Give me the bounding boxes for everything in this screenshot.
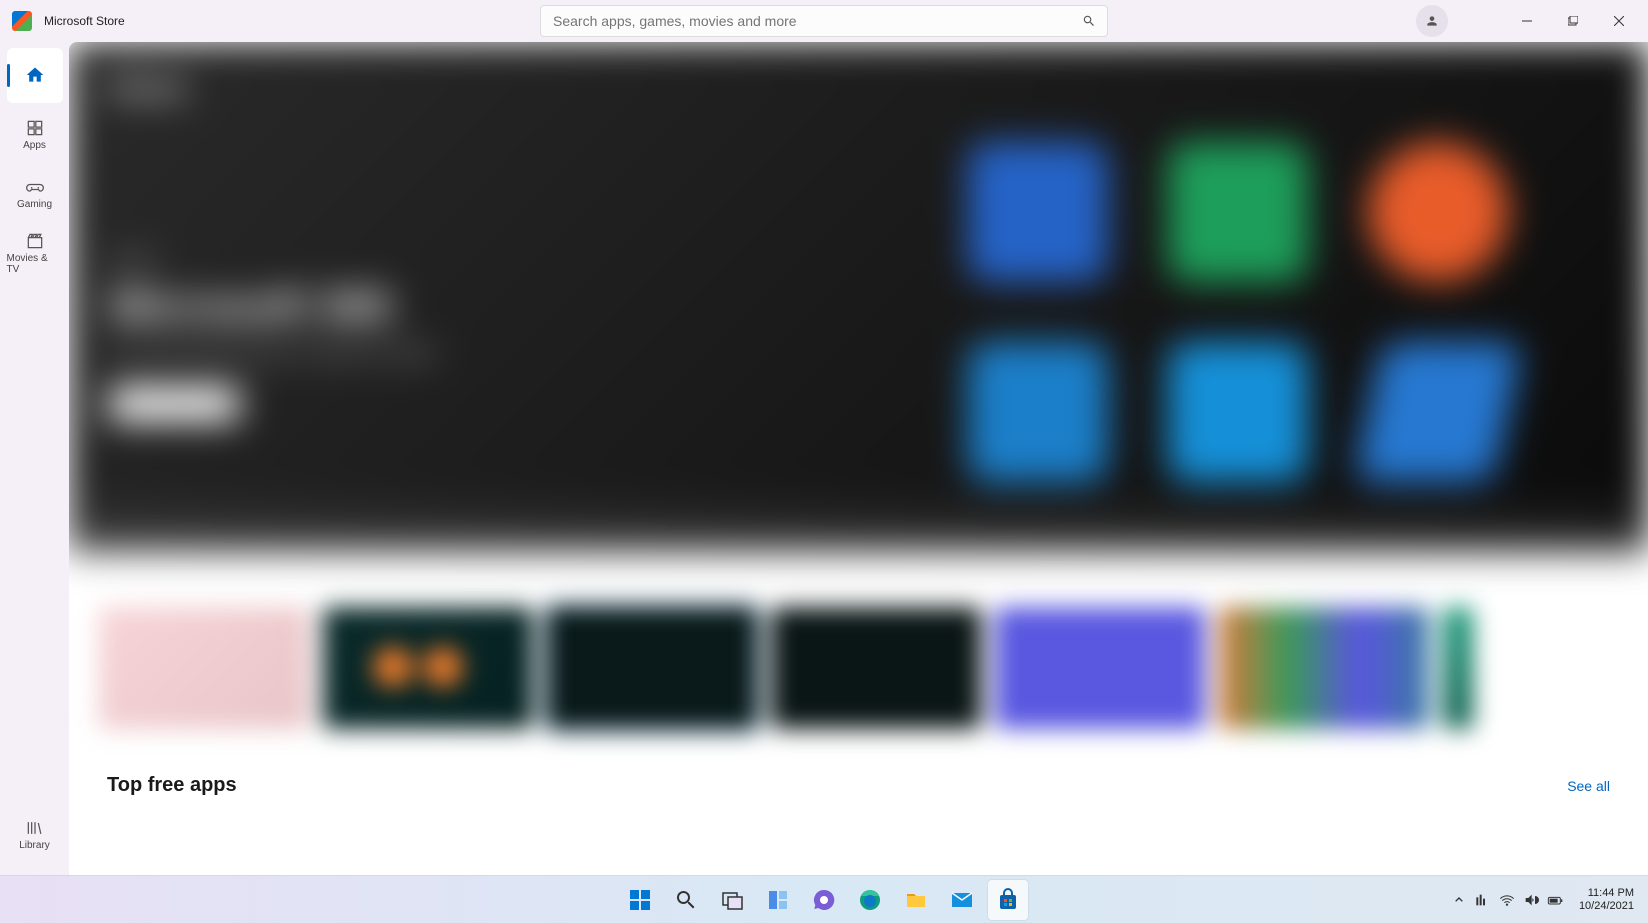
carousel-item[interactable]: [1219, 607, 1429, 729]
library-icon: [25, 818, 45, 838]
search-icon: [674, 888, 698, 912]
hero-app-icons: [968, 142, 1548, 522]
search-input[interactable]: [540, 5, 1108, 37]
taskbar-center: [620, 880, 1028, 920]
mail-icon: [950, 888, 974, 912]
carousel-item[interactable]: [323, 607, 533, 729]
powerpoint-icon: [1368, 142, 1508, 282]
taskbar: 11:44 PM 10/24/2021: [0, 875, 1648, 923]
edge-icon: [858, 888, 882, 912]
nav-apps[interactable]: Apps: [7, 107, 63, 162]
search-icon: [1082, 14, 1096, 28]
chat-icon: [812, 888, 836, 912]
word-icon: [968, 142, 1108, 282]
task-view[interactable]: [712, 880, 752, 920]
clock-date: 10/24/2021: [1579, 900, 1634, 913]
carousel-item-selected[interactable]: [547, 607, 757, 729]
onedrive-icon: [1168, 342, 1308, 482]
hero-cta-button[interactable]: [109, 387, 239, 421]
system-tray: 11:44 PM 10/24/2021: [1451, 887, 1640, 913]
carousel-item[interactable]: [99, 607, 309, 729]
hero-title: Microsoft 365: [109, 282, 393, 332]
battery-icon[interactable]: [1547, 892, 1563, 908]
profile-button[interactable]: [1416, 5, 1448, 37]
mail-button[interactable]: [942, 880, 982, 920]
outlook-icon: [968, 342, 1108, 482]
home-icon: [25, 65, 45, 85]
section-header: Top free apps See all: [107, 774, 1610, 797]
sidebar: Apps Gaming Movies & TV Library Help: [0, 42, 69, 923]
window-controls: [1504, 5, 1642, 37]
content-area: Home APPS Microsoft 365 Do more with the…: [69, 42, 1648, 923]
person-icon: [1425, 14, 1439, 28]
nav-apps-label: Apps: [23, 140, 46, 151]
widgets-button[interactable]: [758, 880, 798, 920]
clock[interactable]: 11:44 PM 10/24/2021: [1573, 887, 1640, 913]
store-button[interactable]: [988, 880, 1028, 920]
editor-icon: [1353, 342, 1523, 482]
hero-tag: Home: [109, 72, 187, 104]
close-button[interactable]: [1596, 5, 1642, 37]
window-title: Microsoft Store: [44, 14, 125, 28]
apps-icon: [25, 118, 45, 138]
chat-button[interactable]: [804, 880, 844, 920]
carousel-item[interactable]: [1443, 607, 1473, 729]
gamepad-icon: [25, 177, 45, 197]
input-indicator-icon[interactable]: [1475, 892, 1491, 908]
carousel-item[interactable]: [995, 607, 1205, 729]
windows-icon: [628, 888, 652, 912]
volume-icon[interactable]: [1523, 892, 1539, 908]
edge-button[interactable]: [850, 880, 890, 920]
nav-movies[interactable]: Movies & TV: [7, 225, 63, 280]
nav-gaming-label: Gaming: [17, 199, 52, 210]
nav-library[interactable]: Library: [7, 807, 63, 862]
minimize-button[interactable]: [1504, 5, 1550, 37]
clock-time: 11:44 PM: [1579, 887, 1634, 900]
nav-movies-label: Movies & TV: [7, 253, 63, 275]
film-icon: [25, 231, 45, 251]
maximize-button[interactable]: [1550, 5, 1596, 37]
start-button[interactable]: [620, 880, 660, 920]
hero-subtag: APPS: [109, 252, 157, 273]
folder-icon: [904, 888, 928, 912]
chevron-up-icon[interactable]: [1451, 892, 1467, 908]
taskbar-search[interactable]: [666, 880, 706, 920]
section-title: Top free apps: [107, 774, 237, 797]
thumbnail-carousel[interactable]: [99, 607, 1648, 729]
excel-icon: [1168, 142, 1308, 282]
explorer-button[interactable]: [896, 880, 936, 920]
taskview-icon: [720, 888, 744, 912]
carousel-item[interactable]: [771, 607, 981, 729]
hero-banner[interactable]: Home APPS Microsoft 365 Do more with the…: [69, 42, 1648, 552]
store-icon: [996, 888, 1020, 912]
nav-home[interactable]: [7, 48, 63, 103]
wifi-icon[interactable]: [1499, 892, 1515, 908]
search-container: [540, 5, 1108, 37]
hero-description: Do more with the best-in-classroom apps: [109, 342, 436, 363]
nav-gaming[interactable]: Gaming: [7, 166, 63, 221]
see-all-link[interactable]: See all: [1567, 778, 1610, 794]
widgets-icon: [766, 888, 790, 912]
store-app-icon: [12, 11, 32, 31]
nav-library-label: Library: [19, 840, 50, 851]
